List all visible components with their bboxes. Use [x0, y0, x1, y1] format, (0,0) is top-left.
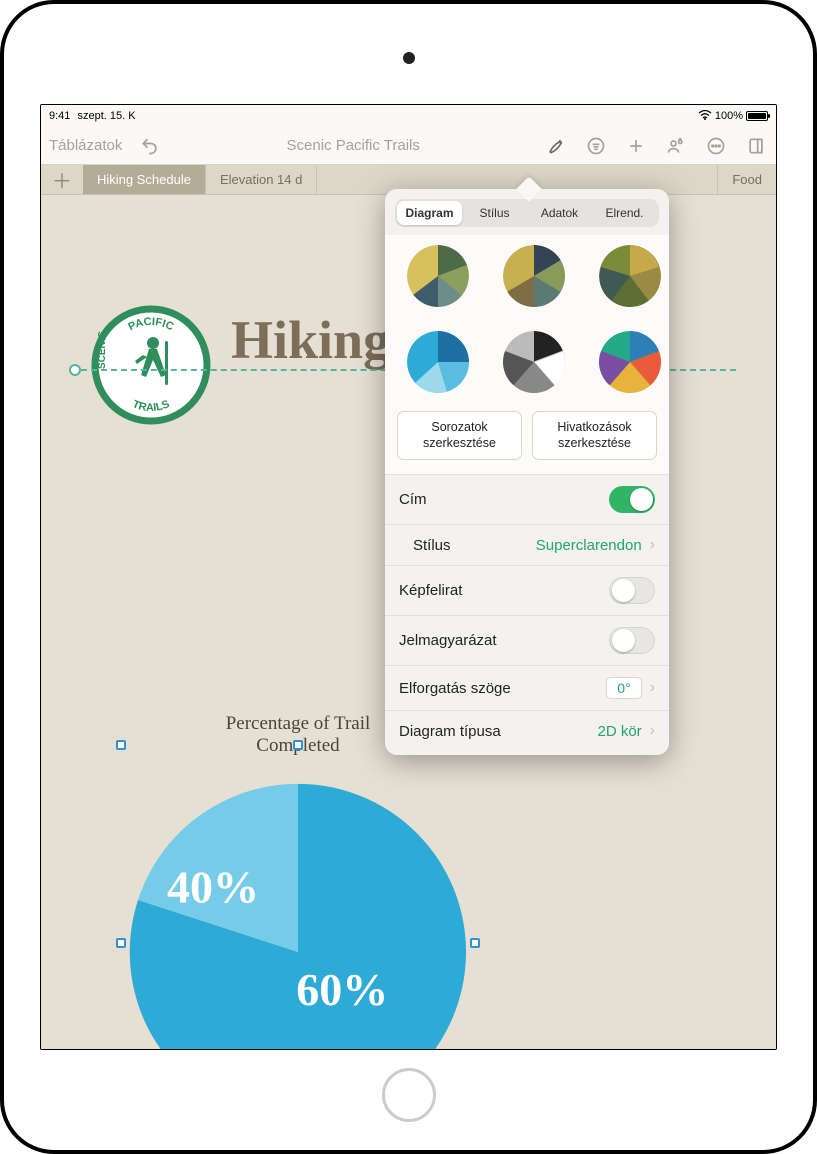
popover-settings: Cím Stílus Superclarendon › Képfelirat — [385, 475, 669, 755]
plus-icon[interactable] — [624, 134, 648, 158]
top-toolbar: Táblázatok Scenic Pacific Trails — [41, 127, 776, 165]
row-rotation-label: Elforgatás szöge — [399, 680, 511, 697]
wifi-icon — [698, 110, 712, 123]
row-chart-type[interactable]: Diagram típusa 2D kör › — [385, 711, 669, 751]
popover-tab-arrange[interactable]: Elrend. — [592, 201, 657, 225]
toggle-caption[interactable] — [609, 577, 655, 604]
sheet-tab-0[interactable]: Hiking Schedule — [83, 165, 206, 194]
status-time: 9:41 — [49, 110, 70, 122]
status-right: 100% — [698, 110, 768, 123]
chart-title: Percentage of Trail Completed — [188, 713, 408, 757]
slice-label-40: 40% — [167, 861, 259, 912]
format-popover: Diagram Stílus Adatok Elrend. Sorozatok … — [385, 189, 669, 755]
collaborate-icon[interactable] — [664, 134, 688, 158]
back-button[interactable]: Táblázatok — [49, 137, 122, 154]
edit-series-button[interactable]: Sorozatok szerkesztése — [397, 411, 522, 460]
front-camera — [403, 52, 415, 64]
selection-handle[interactable] — [116, 938, 126, 948]
row-caption-label: Képfelirat — [399, 582, 462, 599]
undo-icon[interactable] — [138, 134, 162, 158]
row-rotation-value: 0° — [606, 677, 641, 699]
chart-style-2[interactable] — [503, 245, 565, 307]
inspector-icon[interactable] — [744, 134, 768, 158]
row-rotation[interactable]: Elforgatás szöge 0° › — [385, 666, 669, 711]
status-bar: 9:41 szept. 15. K 100% — [41, 105, 776, 127]
chart-style-5[interactable] — [503, 331, 565, 393]
guide-handle[interactable] — [69, 363, 81, 375]
sheet-tab-1[interactable]: Elevation 14 d — [206, 165, 317, 194]
toggle-legend[interactable] — [609, 627, 655, 654]
pie-chart[interactable]: 60% 40% — [121, 775, 475, 1050]
add-sheet-button[interactable]: ＋ — [41, 165, 83, 194]
row-title-label: Cím — [399, 491, 427, 508]
format-brush-icon[interactable] — [544, 134, 568, 158]
chart-style-4[interactable] — [407, 331, 469, 393]
row-type-label: Diagram típusa — [399, 723, 501, 740]
screen: 9:41 szept. 15. K 100% Táblázatok — [40, 104, 777, 1050]
chart-style-6[interactable] — [599, 331, 661, 393]
battery-percent: 100% — [715, 110, 743, 122]
status-date: szept. 15. K — [77, 110, 135, 122]
edit-references-button[interactable]: Hivatkozások szerkesztése — [532, 411, 657, 460]
row-type-value: 2D kör — [597, 723, 641, 740]
slice-label-60: 60% — [296, 964, 388, 1015]
row-legend-label: Jelmagyarázat — [399, 632, 497, 649]
ipad-body: 9:41 szept. 15. K 100% Táblázatok — [4, 4, 813, 1150]
selection-handle[interactable] — [293, 740, 303, 750]
row-style-label: Stílus — [413, 537, 451, 554]
pie-chart-object[interactable]: Percentage of Trail Completed 60% 40% — [121, 745, 475, 1050]
popover-tab-bar: Diagram Stílus Adatok Elrend. — [395, 199, 659, 227]
svg-text:SCENIC: SCENIC — [97, 331, 108, 369]
row-title-style[interactable]: Stílus Superclarendon › — [385, 525, 669, 566]
popover-tab-style[interactable]: Stílus — [462, 201, 527, 225]
toggle-title[interactable] — [609, 486, 655, 513]
chevron-right-icon: › — [650, 536, 655, 554]
status-left: 9:41 szept. 15. K — [49, 110, 136, 122]
row-title: Cím — [385, 475, 669, 525]
chevron-right-icon: › — [650, 722, 655, 740]
row-caption: Képfelirat — [385, 566, 669, 616]
battery-icon — [746, 111, 768, 121]
chart-style-1[interactable] — [407, 245, 469, 307]
ipad-frame: 9:41 szept. 15. K 100% Táblázatok — [0, 0, 817, 1154]
more-icon[interactable] — [704, 134, 728, 158]
chart-style-grid — [385, 235, 669, 411]
row-style-value: Superclarendon — [536, 537, 642, 554]
selection-handle[interactable] — [470, 938, 480, 948]
popover-tab-data[interactable]: Adatok — [527, 201, 592, 225]
chevron-right-icon: › — [650, 679, 655, 697]
trails-logo: PACIFIC TRAILS SCENIC — [91, 305, 211, 425]
row-legend: Jelmagyarázat — [385, 616, 669, 666]
chart-style-3[interactable] — [599, 245, 661, 307]
home-button[interactable] — [382, 1068, 436, 1122]
popover-button-row: Sorozatok szerkesztése Hivatkozások szer… — [385, 411, 669, 475]
popover-tab-diagram[interactable]: Diagram — [397, 201, 462, 225]
sheet-tab-2[interactable]: Food — [717, 165, 776, 194]
selection-handle[interactable] — [116, 740, 126, 750]
filter-icon[interactable] — [584, 134, 608, 158]
document-title[interactable]: Scenic Pacific Trails — [287, 137, 420, 154]
